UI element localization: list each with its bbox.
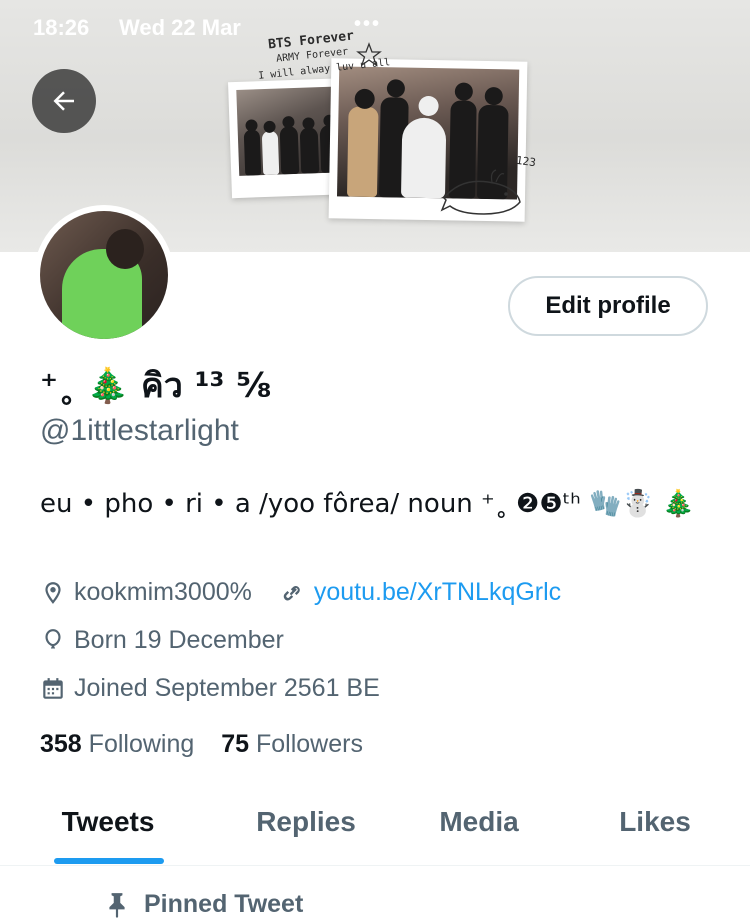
tab-tweets[interactable]: Tweets [56,806,160,838]
active-tab-indicator [54,858,164,864]
back-button[interactable] [32,69,96,133]
link-icon [283,585,300,600]
profile-page: BTS Forever ARMY Forever I will alway lu… [0,0,750,924]
following-label: Following [88,730,195,758]
tab-likes[interactable]: Likes [612,806,698,838]
whale-doodle-icon [440,169,521,215]
banner-caption-4: 123 [515,153,537,170]
followers-count: 75 [221,730,250,758]
user-handle: @1ittlestarlight [40,414,239,447]
status-time: 18:26 [33,15,90,40]
followers-link[interactable]: 75 Followers [221,730,363,758]
profile-tabs: Tweets Replies Media Likes [0,790,750,866]
following-link[interactable]: 358 Following [40,730,194,758]
profile-meta-location-website: kookmim3000% youtu.be/XrTNLkqGrlc [40,578,561,607]
profile-bio: eu • pho • ri • a /yoo fôrea/ noun ⁺˳ ❷❺… [40,489,695,519]
joined-text: Joined September 2561 BE [74,674,380,702]
tab-media[interactable]: Media [430,806,528,838]
profile-meta-birthday: Born 19 December [40,626,284,655]
calendar-icon [43,677,63,699]
edit-profile-button[interactable]: Edit profile [508,276,708,336]
website-link[interactable]: youtu.be/XrTNLkqGrlc [278,578,561,607]
display-name: ⁺˳ 🎄 คิว ¹³ ⅝ [40,366,272,406]
multitask-dots[interactable]: ••• [354,13,381,36]
following-count: 358 [40,730,82,758]
arrow-left-icon [53,91,74,111]
followers-label: Followers [256,730,363,758]
avatar-photo [40,211,168,339]
follow-stats: 358 Following 75 Followers [40,730,363,759]
pin-icon [109,892,125,918]
profile-meta-joined: Joined September 2561 BE [40,674,380,703]
status-bar: 18:26 Wed 22 Mar ••• [0,0,750,52]
location-pin-icon [45,581,61,604]
website-text[interactable]: youtu.be/XrTNLkqGrlc [314,578,561,607]
pinned-tweet-header: Pinned Tweet [106,890,303,919]
location-text: kookmim3000% [74,578,252,606]
tabs-divider [0,865,750,866]
tab-replies[interactable]: Replies [250,806,362,838]
pinned-label: Pinned Tweet [144,890,304,918]
balloon-icon [45,628,61,649]
status-date: Wed 22 Mar [119,15,241,40]
avatar[interactable] [34,205,174,345]
birthday-text: Born 19 December [74,626,284,654]
